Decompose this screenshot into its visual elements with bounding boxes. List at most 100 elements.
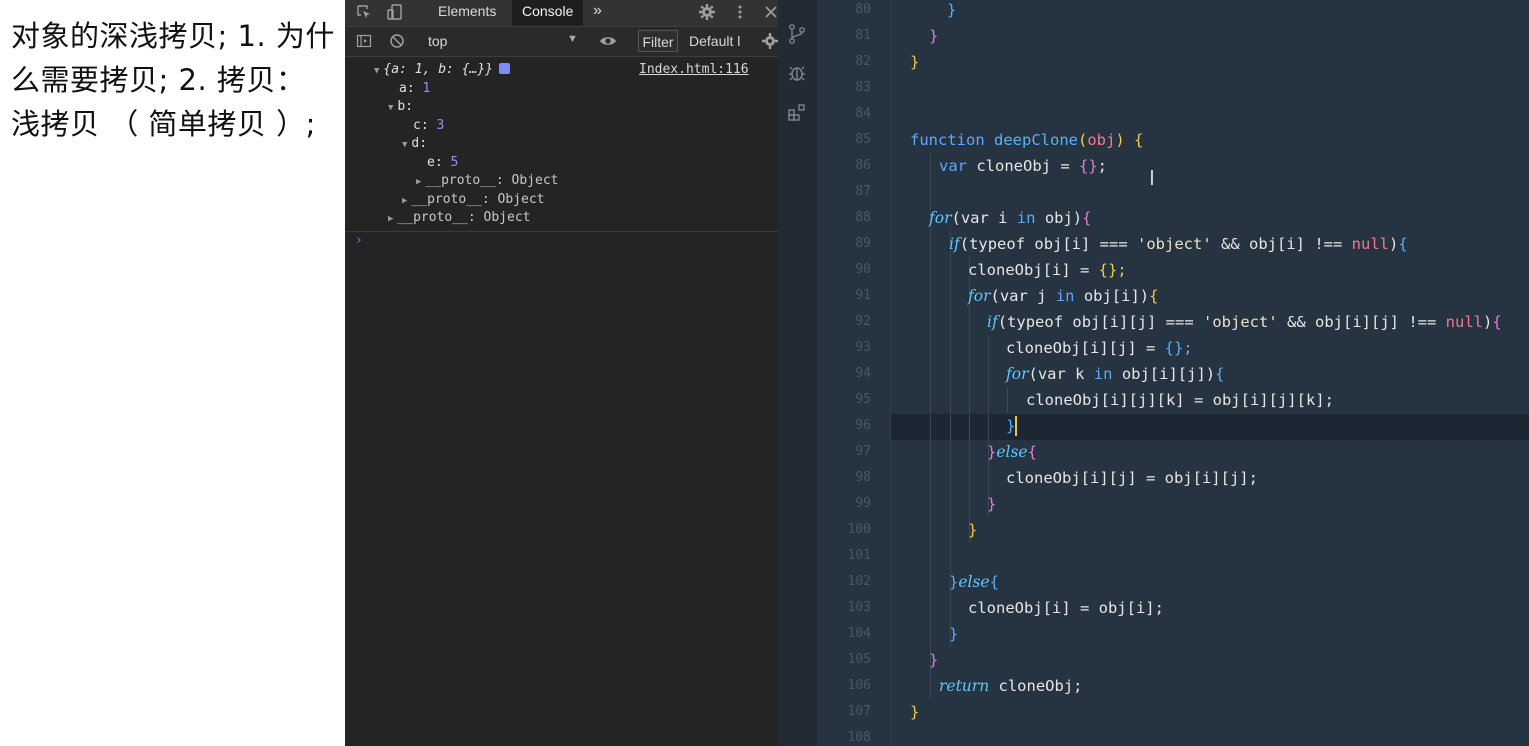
indent-guide (930, 153, 931, 699)
device-icon[interactable] (386, 4, 404, 22)
activity-bar (778, 0, 817, 746)
indent-guide (1007, 387, 1008, 413)
proto-b[interactable]: ▶ __proto__: Object (402, 191, 544, 209)
eye-icon[interactable] (599, 33, 617, 51)
code-line-90: cloneObj[i] = {}; (968, 261, 1127, 279)
line-number: 105 (847, 652, 871, 667)
current-line-highlight (891, 414, 1529, 440)
line-number: 107 (847, 704, 871, 719)
clear-icon[interactable] (388, 33, 406, 51)
prop-b[interactable]: ▼ b: (388, 98, 413, 116)
line-number: 97 (855, 444, 871, 459)
console-output: Index.html:116 ▼ {a: 1, b: {…}} a: 1 ▼ b: … (345, 57, 778, 746)
collapse-arrow-icon: ▶ (402, 196, 408, 206)
log-levels-dropdown[interactable]: Default l (689, 33, 740, 49)
expand-arrow-icon: ▼ (374, 66, 380, 76)
line-number: 101 (847, 548, 871, 563)
collapse-arrow-icon: ▶ (416, 177, 422, 187)
more-tabs-icon[interactable]: » (587, 0, 608, 26)
code-line-97: }else{ (987, 443, 1037, 461)
info-icon (499, 63, 510, 74)
collapse-arrow-icon: ▶ (388, 214, 394, 224)
line-number: 92 (855, 314, 871, 329)
line-number: 100 (847, 522, 871, 537)
line-number: 85 (855, 132, 871, 147)
source-control-icon[interactable] (786, 24, 808, 46)
line-number: 103 (847, 600, 871, 615)
log-separator (345, 231, 778, 232)
code-line-91: for(var j in obj[i]){ (968, 287, 1159, 305)
console-prompt[interactable]: › (355, 233, 363, 248)
gear-icon[interactable] (761, 33, 778, 51)
tab-console[interactable]: Console (512, 0, 584, 26)
code-line-94: for(var k in obj[i][j]){ (1006, 365, 1225, 383)
code-line-82: } (910, 53, 920, 71)
line-number: 99 (855, 496, 871, 511)
proto-d[interactable]: ▶ __proto__: Object (416, 172, 558, 190)
context-select[interactable]: top (428, 33, 447, 49)
code-line-98: cloneObj[i][j] = obj[i][j]; (1006, 469, 1258, 487)
line-number: 93 (855, 340, 871, 355)
line-number: 102 (847, 574, 871, 589)
code-line-80: } (947, 1, 957, 19)
line-number: 104 (847, 626, 871, 641)
line-number: 81 (855, 28, 871, 43)
console-toolbar: top ▼ Filter Default l (345, 27, 778, 57)
code-line-106: return cloneObj; (939, 677, 1083, 695)
code-line-107: } (910, 703, 920, 721)
line-number: 108 (847, 730, 871, 745)
devtools-tabbar: Elements Console » (345, 0, 778, 27)
prop-d[interactable]: ▼ d: (402, 135, 427, 153)
line-number: 84 (855, 106, 871, 121)
debug-icon[interactable] (786, 64, 808, 86)
code-line-92: if(typeof obj[i][j] === 'object' && obj[… (987, 313, 1502, 331)
prop-a: a: 1 (399, 81, 431, 96)
mouse-ibeam-cursor: I (1149, 166, 1155, 190)
gutter-divider (890, 0, 891, 746)
source-link[interactable]: Index.html:116 (639, 62, 749, 77)
line-number: 106 (847, 678, 871, 693)
note-panel: 对象的深浅拷贝; 1. 为什么需要拷贝; 2. 拷贝： 浅拷贝 （ 简单拷贝 ）… (0, 0, 345, 746)
line-number: 96 (855, 418, 871, 433)
line-number: 82 (855, 54, 871, 69)
line-number: 94 (855, 366, 871, 381)
code-line-95: cloneObj[i][j][k] = obj[i][j][k]; (1026, 391, 1334, 409)
expand-arrow-icon: ▼ (388, 103, 394, 113)
line-number: 83 (855, 80, 871, 95)
prop-e: e: 5 (427, 155, 459, 170)
code-line-102: }else{ (949, 573, 999, 591)
settings-icon[interactable] (698, 4, 716, 22)
line-number: 88 (855, 210, 871, 225)
code-line-89: if(typeof obj[i] === 'object' && obj[i] … (949, 235, 1408, 253)
code-line-105: } (929, 651, 939, 669)
log-object-preview[interactable]: ▼ {a: 1, b: {…}} (374, 61, 510, 79)
line-number: 86 (855, 158, 871, 173)
inspect-icon[interactable] (355, 4, 373, 22)
code-editor[interactable]: 80 81 82 83 84 85 86 87 88 89 90 91 92 9… (817, 0, 1529, 746)
tab-elements[interactable]: Elements (428, 0, 506, 26)
note-text: 对象的深浅拷贝; 1. 为什么需要拷贝; 2. 拷贝： 浅拷贝 （ 简单拷贝 ）… (11, 19, 335, 141)
code-line-85: function deepClone(obj) { (910, 131, 1144, 149)
code-line-88: for(var i in obj){ (929, 209, 1092, 227)
line-number: 95 (855, 392, 871, 407)
line-number: 90 (855, 262, 871, 277)
close-icon[interactable] (762, 4, 778, 22)
text-caret (1015, 416, 1017, 436)
code-line-104: } (949, 625, 959, 643)
code-line-86: var cloneObj = {}; (939, 157, 1108, 175)
proto-root[interactable]: ▶ __proto__: Object (388, 209, 530, 227)
code-line-81: } (929, 27, 939, 45)
devtools-panel: Elements Console » top ▼ Filter Default … (345, 0, 778, 746)
filter-input[interactable]: Filter (638, 30, 678, 52)
code-line-93: cloneObj[i][j] = {}; (1006, 339, 1193, 357)
sidebar-icon[interactable] (355, 33, 373, 51)
expand-arrow-icon: ▼ (402, 140, 408, 150)
prop-c: c: 3 (413, 118, 445, 133)
code-line-100: } (968, 521, 978, 539)
line-number: 80 (855, 2, 871, 17)
indent-guide (988, 335, 989, 517)
extensions-icon[interactable] (786, 104, 808, 126)
kebab-icon[interactable] (731, 4, 749, 22)
line-number: 89 (855, 236, 871, 251)
line-number: 98 (855, 470, 871, 485)
